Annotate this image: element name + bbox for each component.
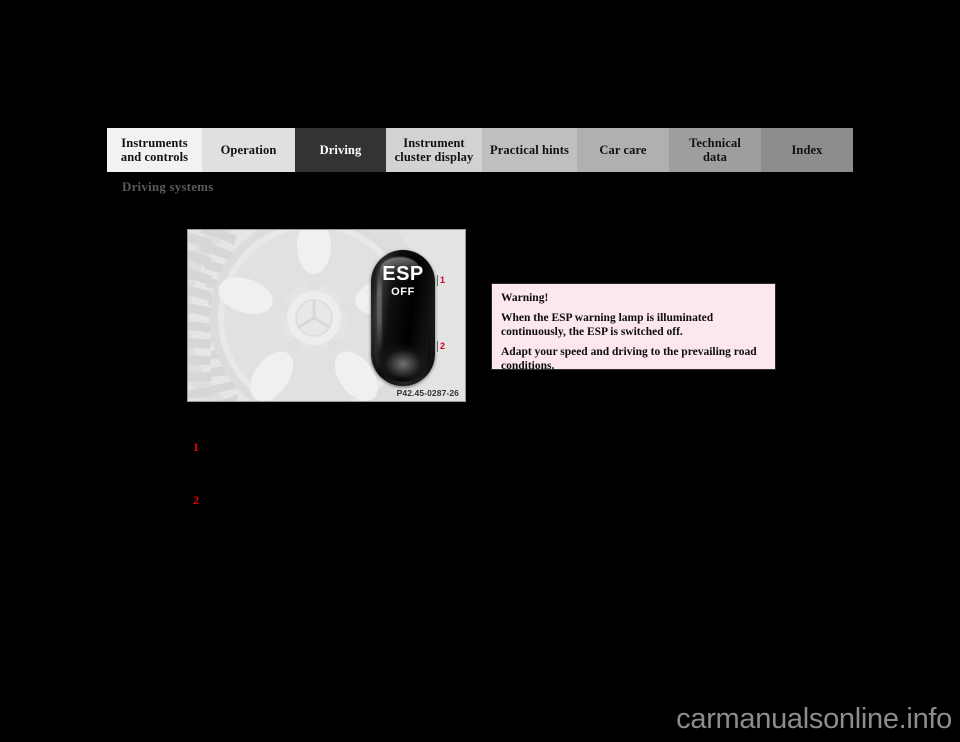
esp-off-switch[interactable]: ESP OFF [371, 250, 435, 386]
figure-callout-1: 1 [437, 275, 447, 286]
tab-label-line1: Instruments [121, 135, 188, 150]
warning-callout-box: Warning! When the ESP warning lamp is il… [491, 283, 776, 373]
tab-practical-hints[interactable]: Practical hints [482, 128, 577, 172]
tab-label-line1: Technical [689, 135, 741, 150]
switch-body: ESP OFF [371, 250, 435, 386]
list-item-number: 2 [193, 493, 199, 507]
tab-label-line1: Instrument [403, 135, 465, 150]
warning-paragraph-1: When the ESP warning lamp is illuminated… [501, 312, 714, 339]
list-item: 2 [193, 493, 463, 508]
manual-page: Instruments and controls Operation Drivi… [0, 0, 960, 742]
tab-operation[interactable]: Operation [202, 128, 295, 172]
tab-technical-data[interactable]: Technical data [669, 128, 761, 172]
figure-esp-switch: ESP OFF 1 2 P42.45-0287-26 [187, 229, 466, 402]
tab-label-line1: Driving [319, 142, 362, 157]
list-item-number: 1 [193, 440, 199, 454]
warning-heading: Warning! [501, 292, 549, 304]
tab-label-line2: and controls [120, 150, 189, 164]
switch-legend-off: OFF [391, 286, 415, 298]
tab-car-care[interactable]: Car care [577, 128, 669, 172]
chapter-tab-bar: Instruments and controls Operation Drivi… [107, 128, 853, 172]
figure-caption: P42.45-0287-26 [396, 388, 459, 398]
warning-paragraph-2: Adapt your speed and driving to the prev… [501, 346, 757, 373]
switch-legend: ESP OFF [371, 264, 435, 298]
page-title: Driving systems [122, 179, 214, 194]
tab-label-line1: Operation [220, 142, 277, 157]
tab-label-line1: Car care [599, 142, 647, 157]
site-watermark: carmanualsonline.info [676, 703, 952, 735]
figure-callout-2: 2 [437, 341, 447, 352]
tab-label-line2: data [702, 150, 727, 164]
switch-legend-esp: ESP [382, 263, 424, 285]
tab-label-line1: Practical hints [490, 142, 569, 157]
tab-index[interactable]: Index [761, 128, 853, 172]
tab-label-line2: cluster display [394, 150, 474, 164]
tab-instrument-cluster-display[interactable]: Instrument cluster display [386, 128, 482, 172]
tab-driving[interactable]: Driving [295, 128, 386, 172]
tab-label-line1: Index [791, 142, 823, 157]
tab-instruments-and-controls[interactable]: Instruments and controls [107, 128, 202, 172]
list-item: 1 [193, 440, 463, 455]
